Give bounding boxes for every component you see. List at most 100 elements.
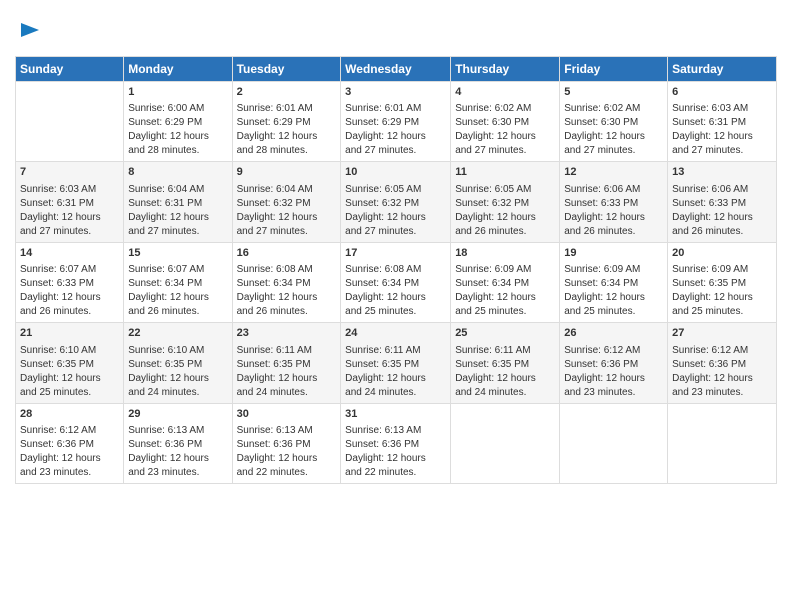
day-cell: 28 Sunrise: 6:12 AM Sunset: 6:36 PM Dayli… — [16, 403, 124, 483]
day-info: Sunrise: 6:07 AM Sunset: 6:33 PM Dayligh… — [20, 264, 101, 317]
header-cell-friday: Friday — [560, 57, 668, 82]
day-cell: 1Sunrise: 6:00 AM Sunset: 6:29 PM Daylig… — [124, 82, 232, 162]
header-cell-tuesday: Tuesday — [232, 57, 341, 82]
day-number: 20 — [672, 246, 772, 261]
day-info: Sunrise: 6:13 AM Sunset: 6:36 PM Dayligh… — [345, 425, 426, 478]
day-info: Sunrise: 6:11 AM Sunset: 6:35 PM Dayligh… — [345, 345, 426, 398]
day-info: Sunrise: 6:08 AM Sunset: 6:34 PM Dayligh… — [345, 264, 426, 317]
day-number: 10 — [345, 165, 446, 180]
day-info: Sunrise: 6:09 AM Sunset: 6:35 PM Dayligh… — [672, 264, 753, 317]
day-number: 26 — [564, 326, 663, 341]
day-number: 29 — [128, 407, 227, 422]
day-number: 6 — [672, 85, 772, 100]
day-info: Sunrise: 6:09 AM Sunset: 6:34 PM Dayligh… — [564, 264, 645, 317]
day-number: 19 — [564, 246, 663, 261]
day-cell: 2Sunrise: 6:01 AM Sunset: 6:29 PM Daylig… — [232, 82, 341, 162]
day-cell: 4 Sunrise: 6:02 AM Sunset: 6:30 PM Daylig… — [451, 82, 560, 162]
day-number: 12 — [564, 165, 663, 180]
header-cell-saturday: Saturday — [668, 57, 777, 82]
day-number: 3 — [345, 85, 446, 100]
day-number: 14 — [20, 246, 119, 261]
day-number: 8 — [128, 165, 227, 180]
page-container: SundayMondayTuesdayWednesdayThursdayFrid… — [0, 0, 792, 494]
day-cell: 6 Sunrise: 6:03 AM Sunset: 6:31 PM Daylig… — [668, 82, 777, 162]
week-row-3: 14 Sunrise: 6:07 AM Sunset: 6:33 PM Dayli… — [16, 242, 777, 322]
day-cell — [451, 403, 560, 483]
day-info: Sunrise: 6:04 AM Sunset: 6:32 PM Dayligh… — [237, 184, 318, 237]
day-info: Sunrise: 6:02 AM Sunset: 6:30 PM Dayligh… — [564, 103, 645, 156]
day-cell: 21 Sunrise: 6:10 AM Sunset: 6:35 PM Dayli… — [16, 323, 124, 403]
day-number: 7 — [20, 165, 119, 180]
day-info: Sunrise: 6:09 AM Sunset: 6:34 PM Dayligh… — [455, 264, 536, 317]
day-number: 15 — [128, 246, 227, 261]
day-number: 31 — [345, 407, 446, 422]
day-number: 5 — [564, 85, 663, 100]
week-row-5: 28 Sunrise: 6:12 AM Sunset: 6:36 PM Dayli… — [16, 403, 777, 483]
day-cell: 15 Sunrise: 6:07 AM Sunset: 6:34 PM Dayli… — [124, 242, 232, 322]
day-cell: 25 Sunrise: 6:11 AM Sunset: 6:35 PM Dayli… — [451, 323, 560, 403]
day-cell: 31 Sunrise: 6:13 AM Sunset: 6:36 PM Dayli… — [341, 403, 451, 483]
day-cell: 18Sunrise: 6:09 AM Sunset: 6:34 PM Dayli… — [451, 242, 560, 322]
day-number: 30 — [237, 407, 337, 422]
header-cell-sunday: Sunday — [16, 57, 124, 82]
week-row-2: 7 Sunrise: 6:03 AM Sunset: 6:31 PM Daylig… — [16, 162, 777, 242]
day-info: Sunrise: 6:10 AM Sunset: 6:35 PM Dayligh… — [128, 345, 209, 398]
day-info: Sunrise: 6:06 AM Sunset: 6:33 PM Dayligh… — [564, 184, 645, 237]
day-cell: 20 Sunrise: 6:09 AM Sunset: 6:35 PM Dayli… — [668, 242, 777, 322]
day-info: Sunrise: 6:01 AM Sunset: 6:29 PM Dayligh… — [345, 103, 426, 156]
day-info: Sunrise: 6:04 AM Sunset: 6:31 PM Dayligh… — [128, 184, 209, 237]
day-cell: 22 Sunrise: 6:10 AM Sunset: 6:35 PM Dayli… — [124, 323, 232, 403]
day-info: Sunrise: 6:01 AM Sunset: 6:29 PM Dayligh… — [237, 103, 318, 156]
day-number: 25 — [455, 326, 555, 341]
day-number: 16 — [237, 246, 337, 261]
day-number: 17 — [345, 246, 446, 261]
day-info: Sunrise: 6:11 AM Sunset: 6:35 PM Dayligh… — [455, 345, 536, 398]
logo — [15, 15, 41, 46]
day-info: Sunrise: 6:12 AM Sunset: 6:36 PM Dayligh… — [564, 345, 645, 398]
day-info: Sunrise: 6:12 AM Sunset: 6:36 PM Dayligh… — [20, 425, 101, 478]
day-cell: 16 Sunrise: 6:08 AM Sunset: 6:34 PM Dayli… — [232, 242, 341, 322]
day-info: Sunrise: 6:00 AM Sunset: 6:29 PM Dayligh… — [128, 103, 209, 156]
day-number: 21 — [20, 326, 119, 341]
day-number: 22 — [128, 326, 227, 341]
day-info: Sunrise: 6:05 AM Sunset: 6:32 PM Dayligh… — [455, 184, 536, 237]
header-row: SundayMondayTuesdayWednesdayThursdayFrid… — [16, 57, 777, 82]
day-cell: 3 Sunrise: 6:01 AM Sunset: 6:29 PM Daylig… — [341, 82, 451, 162]
day-cell: 5 Sunrise: 6:02 AM Sunset: 6:30 PM Daylig… — [560, 82, 668, 162]
day-info: Sunrise: 6:12 AM Sunset: 6:36 PM Dayligh… — [672, 345, 753, 398]
day-info: Sunrise: 6:08 AM Sunset: 6:34 PM Dayligh… — [237, 264, 318, 317]
day-cell: 13 Sunrise: 6:06 AM Sunset: 6:33 PM Dayli… — [668, 162, 777, 242]
calendar-header: SundayMondayTuesdayWednesdayThursdayFrid… — [16, 57, 777, 82]
day-info: Sunrise: 6:10 AM Sunset: 6:35 PM Dayligh… — [20, 345, 101, 398]
calendar-table: SundayMondayTuesdayWednesdayThursdayFrid… — [15, 56, 777, 484]
header-cell-wednesday: Wednesday — [341, 57, 451, 82]
day-cell: 14 Sunrise: 6:07 AM Sunset: 6:33 PM Dayli… — [16, 242, 124, 322]
day-number: 23 — [237, 326, 337, 341]
day-cell: 8 Sunrise: 6:04 AM Sunset: 6:31 PM Daylig… — [124, 162, 232, 242]
day-cell: 10Sunrise: 6:05 AM Sunset: 6:32 PM Dayli… — [341, 162, 451, 242]
day-cell: 27 Sunrise: 6:12 AM Sunset: 6:36 PM Dayli… — [668, 323, 777, 403]
day-number: 13 — [672, 165, 772, 180]
day-info: Sunrise: 6:07 AM Sunset: 6:34 PM Dayligh… — [128, 264, 209, 317]
day-number: 28 — [20, 407, 119, 422]
day-cell: 19 Sunrise: 6:09 AM Sunset: 6:34 PM Dayli… — [560, 242, 668, 322]
day-cell: 11Sunrise: 6:05 AM Sunset: 6:32 PM Dayli… — [451, 162, 560, 242]
header-cell-thursday: Thursday — [451, 57, 560, 82]
week-row-1: 1Sunrise: 6:00 AM Sunset: 6:29 PM Daylig… — [16, 82, 777, 162]
day-number: 4 — [455, 85, 555, 100]
day-cell: 30 Sunrise: 6:13 AM Sunset: 6:36 PM Dayli… — [232, 403, 341, 483]
day-cell: 23Sunrise: 6:11 AM Sunset: 6:35 PM Dayli… — [232, 323, 341, 403]
day-number: 27 — [672, 326, 772, 341]
day-info: Sunrise: 6:06 AM Sunset: 6:33 PM Dayligh… — [672, 184, 753, 237]
day-cell — [560, 403, 668, 483]
logo-arrow-icon — [19, 19, 41, 41]
day-cell: 26 Sunrise: 6:12 AM Sunset: 6:36 PM Dayli… — [560, 323, 668, 403]
day-info: Sunrise: 6:13 AM Sunset: 6:36 PM Dayligh… — [237, 425, 318, 478]
week-row-4: 21 Sunrise: 6:10 AM Sunset: 6:35 PM Dayli… — [16, 323, 777, 403]
day-info: Sunrise: 6:03 AM Sunset: 6:31 PM Dayligh… — [672, 103, 753, 156]
day-cell: 9 Sunrise: 6:04 AM Sunset: 6:32 PM Daylig… — [232, 162, 341, 242]
day-info: Sunrise: 6:02 AM Sunset: 6:30 PM Dayligh… — [455, 103, 536, 156]
day-number: 9 — [237, 165, 337, 180]
day-cell: 29Sunrise: 6:13 AM Sunset: 6:36 PM Dayli… — [124, 403, 232, 483]
day-info: Sunrise: 6:03 AM Sunset: 6:31 PM Dayligh… — [20, 184, 101, 237]
